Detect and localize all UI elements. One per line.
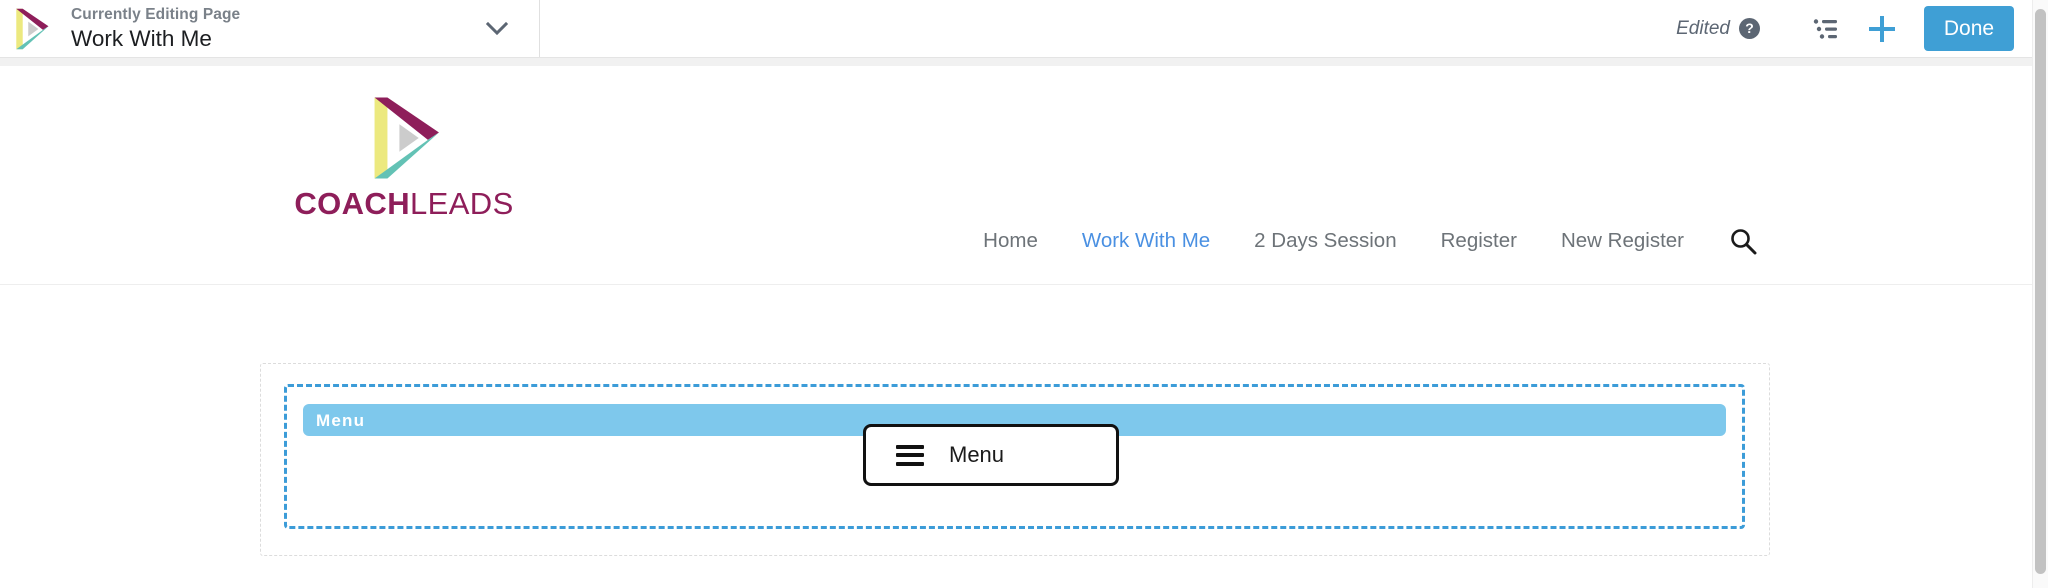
currently-editing-label: Currently Editing Page bbox=[71, 5, 241, 23]
outline-list-icon[interactable] bbox=[1798, 6, 1854, 52]
page-scrollbar-track[interactable] bbox=[2032, 0, 2048, 588]
current-page-title: Work With Me bbox=[71, 25, 212, 51]
brand-word-bold: COACH bbox=[294, 186, 410, 221]
editor-top-bar: Currently Editing Page Work With Me Edit… bbox=[0, 0, 2032, 57]
site-brand[interactable]: COACHLEADS bbox=[286, 92, 522, 221]
plus-icon[interactable] bbox=[1854, 6, 1910, 52]
nav-item-home[interactable]: Home bbox=[961, 229, 1060, 253]
nav-item-2-days-session[interactable]: 2 Days Session bbox=[1232, 229, 1418, 253]
help-icon[interactable]: ? bbox=[1739, 18, 1760, 39]
edited-status: Edited ? bbox=[1676, 18, 1760, 40]
site-header: COACHLEADS Home Work With Me 2 Days Sess… bbox=[0, 66, 2032, 285]
brand-logo-icon bbox=[358, 92, 450, 184]
search-icon[interactable] bbox=[1728, 226, 1758, 256]
nav-item-work-with-me[interactable]: Work With Me bbox=[1060, 229, 1232, 253]
done-button[interactable]: Done bbox=[1924, 6, 2014, 51]
editor-actions: Edited ? Done bbox=[1676, 0, 2032, 57]
edited-status-text: Edited bbox=[1676, 17, 1730, 39]
page-selector[interactable]: Currently Editing Page Work With Me bbox=[0, 0, 540, 57]
nav-item-register[interactable]: Register bbox=[1419, 229, 1539, 253]
menu-widget-label: Menu bbox=[949, 442, 1005, 467]
brand-wordmark: COACHLEADS bbox=[286, 187, 522, 221]
widget-label-text: Menu bbox=[316, 410, 366, 430]
brand-word-light: LEADS bbox=[410, 186, 514, 221]
hamburger-icon bbox=[896, 444, 924, 466]
menu-widget-button[interactable]: Menu bbox=[863, 424, 1119, 486]
coachleads-triangle-play-logo-icon bbox=[8, 6, 54, 52]
editor-bar-divider bbox=[0, 57, 2032, 66]
page-selector-text: Currently Editing Page Work With Me bbox=[54, 5, 477, 53]
nav-item-new-register[interactable]: New Register bbox=[1539, 229, 1706, 253]
chevron-down-icon[interactable] bbox=[477, 0, 517, 57]
site-navigation: Home Work With Me 2 Days Session Registe… bbox=[961, 226, 1758, 256]
page-scrollbar-thumb[interactable] bbox=[2035, 9, 2046, 574]
